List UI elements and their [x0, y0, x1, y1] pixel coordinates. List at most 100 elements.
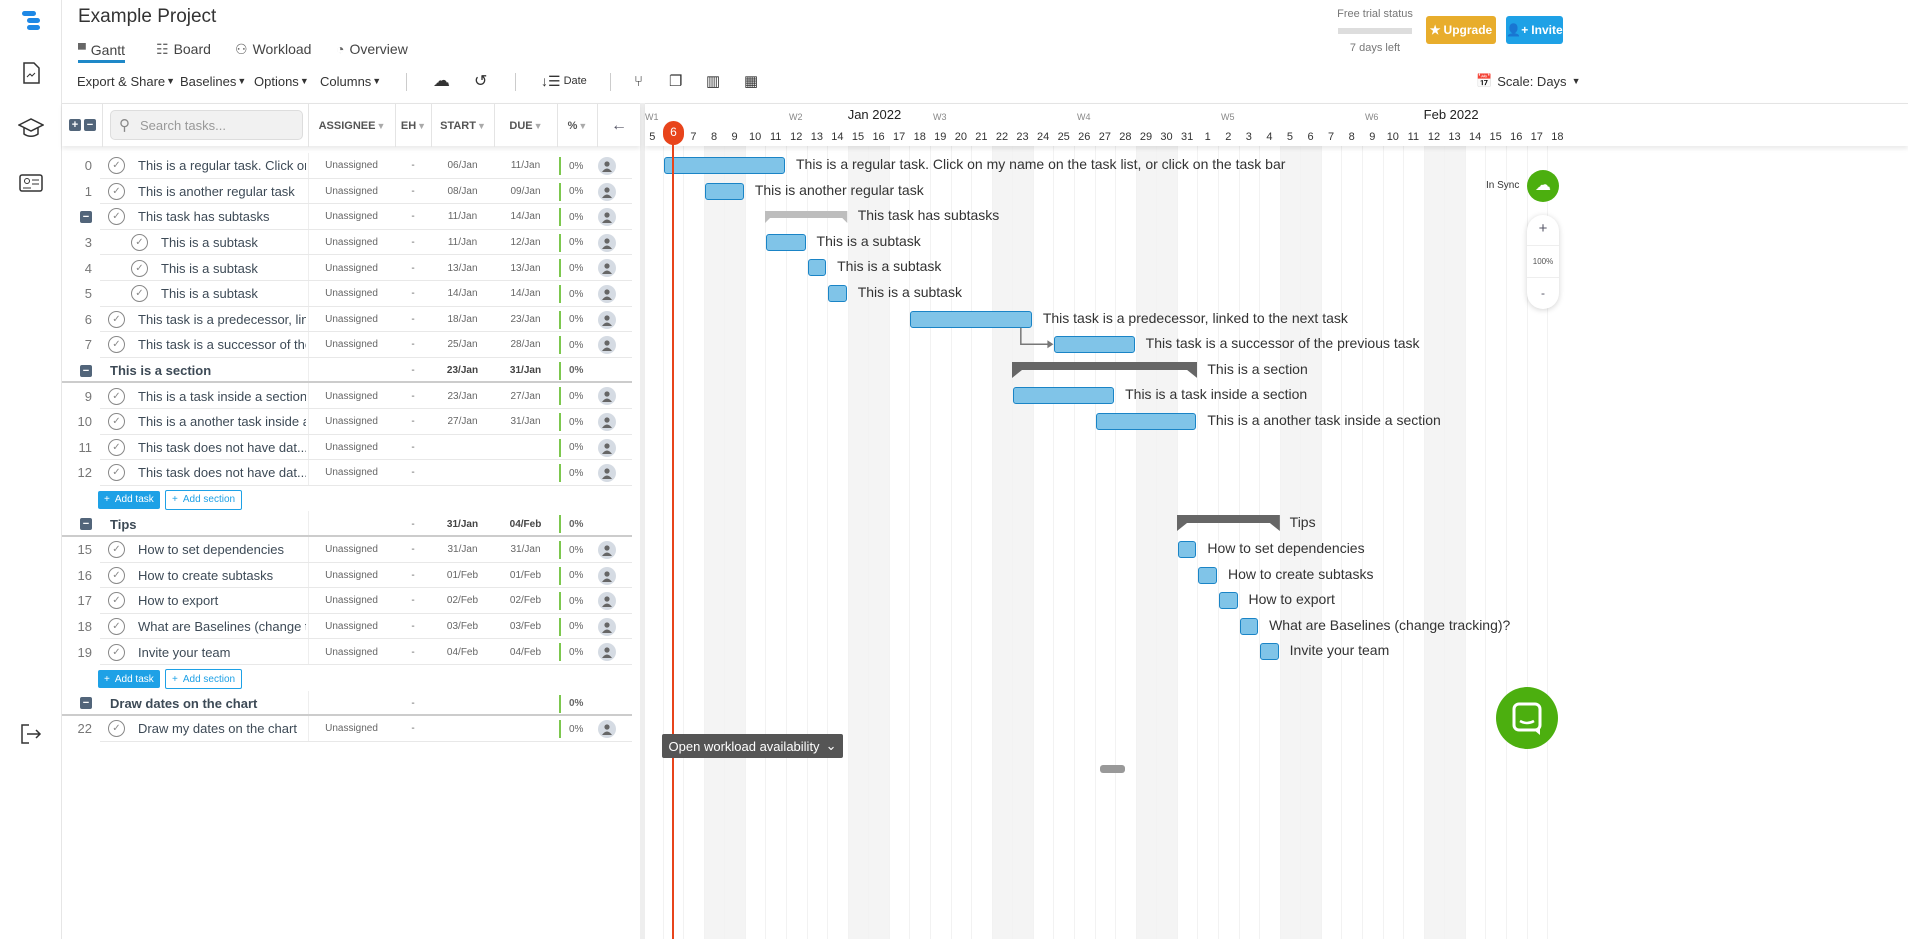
- task-bar-label[interactable]: What are Baselines (change tracking)?: [1269, 617, 1510, 633]
- due-date[interactable]: 01/Feb: [494, 563, 557, 589]
- complete-checkbox[interactable]: ✓: [108, 618, 125, 636]
- task-row[interactable]: 10 ✓ This is a another task inside a sect…: [62, 409, 632, 435]
- add-task-button[interactable]: + Add task: [98, 670, 160, 688]
- progress[interactable]: 0%: [559, 157, 595, 175]
- avatar[interactable]: [598, 336, 616, 355]
- task-bar[interactable]: [704, 182, 744, 200]
- assignee[interactable]: Unassigned: [308, 588, 395, 614]
- eh[interactable]: -: [395, 281, 431, 307]
- eh[interactable]: -: [395, 383, 431, 409]
- dependency-arrow[interactable]: [645, 146, 1054, 349]
- map-icon[interactable]: ▥: [706, 72, 720, 90]
- due-date[interactable]: 13/Jan: [494, 255, 557, 281]
- task-bar-label[interactable]: This is a task inside a section: [1125, 386, 1307, 402]
- task-name[interactable]: This task is a successor of the previous…: [138, 332, 306, 358]
- section-row[interactable]: − This is a section - 23/Jan 31/Jan 0%: [62, 357, 632, 384]
- start-date[interactable]: 11/Jan: [431, 204, 494, 230]
- task-name[interactable]: This task is a predecessor, linked to th…: [138, 307, 306, 333]
- start-date[interactable]: 06/Jan: [431, 153, 494, 179]
- task-row[interactable]: 6 ✓ This task is a predecessor, linked to…: [62, 306, 632, 333]
- assignee[interactable]: Unassigned: [308, 537, 395, 563]
- assignee[interactable]: Unassigned: [308, 204, 395, 230]
- eh[interactable]: -: [395, 563, 431, 589]
- task-bar-label[interactable]: Invite your team: [1290, 642, 1390, 658]
- start-date[interactable]: 04/Feb: [431, 639, 494, 665]
- due-date[interactable]: 11/Jan: [494, 153, 557, 179]
- assignee[interactable]: Unassigned: [308, 153, 395, 179]
- progress[interactable]: 0%: [559, 208, 595, 227]
- calculator-icon[interactable]: ▦: [744, 72, 758, 90]
- eh[interactable]: -: [395, 460, 431, 486]
- task-row[interactable]: 1 ✓ This is another regular task Unassign…: [62, 178, 632, 205]
- task-bar-label[interactable]: This is a subtask: [858, 284, 962, 300]
- assignee[interactable]: Unassigned: [308, 383, 395, 409]
- task-name[interactable]: How to create subtasks: [138, 563, 306, 589]
- task-bar-label[interactable]: This task has subtasks: [858, 207, 1000, 223]
- task-row[interactable]: 3 ✓ This is a subtask Unassigned - 11/Jan…: [62, 229, 632, 256]
- complete-checkbox[interactable]: ✓: [108, 413, 125, 431]
- task-row[interactable]: 5 ✓ This is a subtask Unassigned - 14/Jan…: [62, 281, 632, 307]
- due-date[interactable]: 28/Jan: [494, 332, 557, 358]
- due-date[interactable]: 27/Jan: [494, 383, 557, 409]
- task-bar[interactable]: [1260, 643, 1279, 661]
- export-share-menu[interactable]: Export & Share ▼: [77, 72, 175, 90]
- task-name[interactable]: Invite your team: [138, 639, 306, 665]
- avatar[interactable]: [598, 413, 616, 431]
- start-date[interactable]: 08/Jan: [431, 179, 494, 205]
- task-row[interactable]: 18 ✓ What are Baselines (change tracking)…: [62, 613, 632, 640]
- task-bar-label[interactable]: This is a subtask: [817, 233, 921, 249]
- start-date[interactable]: 31/Jan: [431, 537, 494, 563]
- avatar[interactable]: [598, 464, 616, 483]
- collapse-section-button[interactable]: −: [80, 697, 92, 710]
- add-buttons-row[interactable]: + Add task + Add section: [62, 665, 632, 691]
- sort-date-button[interactable]: ↓☰ Date: [541, 72, 587, 90]
- start-date[interactable]: [431, 460, 494, 486]
- column-due[interactable]: DUE ▼: [494, 104, 557, 147]
- start-date[interactable]: [431, 716, 494, 742]
- due-date[interactable]: 12/Jan: [494, 230, 557, 256]
- progress[interactable]: 0%: [559, 617, 595, 636]
- complete-checkbox[interactable]: ✓: [108, 438, 125, 456]
- branch-icon[interactable]: ⑂: [634, 72, 643, 90]
- task-name[interactable]: This is a subtask: [161, 230, 306, 256]
- task-row[interactable]: 17 ✓ How to export Unassigned - 02/Feb 02…: [62, 588, 632, 614]
- invite-button[interactable]: 👤+ Invite: [1506, 16, 1563, 44]
- eh[interactable]: -: [395, 332, 431, 358]
- task-bar[interactable]: [1054, 336, 1135, 354]
- section-row[interactable]: − Draw dates on the chart - 0%: [62, 690, 632, 717]
- progress[interactable]: 0%: [559, 259, 595, 278]
- search-input[interactable]: ⚲ Search tasks...: [110, 110, 303, 140]
- avatar[interactable]: [598, 566, 616, 585]
- task-name[interactable]: Draw my dates on the chart: [138, 716, 306, 742]
- due-date[interactable]: 23/Jan: [494, 307, 557, 333]
- start-date[interactable]: 23/Jan: [431, 383, 494, 409]
- complete-checkbox[interactable]: ✓: [108, 182, 125, 200]
- task-name[interactable]: This task does not have dat...: [138, 460, 306, 486]
- logout-icon[interactable]: [18, 721, 44, 747]
- complete-checkbox[interactable]: ✓: [108, 336, 125, 354]
- task-bar-label[interactable]: How to export: [1249, 591, 1335, 607]
- complete-checkbox[interactable]: ✓: [108, 387, 125, 405]
- progress[interactable]: 0%: [559, 413, 595, 431]
- horizontal-scrollbar[interactable]: [1100, 765, 1125, 773]
- section-name[interactable]: This is a section: [110, 358, 300, 384]
- add-buttons-row[interactable]: + Add task + Add section: [62, 486, 632, 512]
- upgrade-button[interactable]: ★ Upgrade: [1426, 16, 1496, 44]
- progress[interactable]: 0%: [559, 720, 595, 739]
- section-row[interactable]: − Tips - 31/Jan 04/Feb 0%: [62, 511, 632, 537]
- progress[interactable]: 0%: [559, 566, 595, 585]
- complete-checkbox[interactable]: ✓: [108, 592, 125, 610]
- task-bar[interactable]: [828, 285, 847, 302]
- task-name[interactable]: This is a task inside a section: [138, 383, 306, 409]
- complete-checkbox[interactable]: ✓: [108, 720, 125, 738]
- avatar[interactable]: [598, 720, 616, 739]
- due-date[interactable]: [494, 435, 557, 461]
- cloud-sync-button[interactable]: ☁: [1527, 170, 1559, 202]
- progress[interactable]: 0%: [559, 438, 595, 457]
- baselines-menu[interactable]: Baselines ▼: [180, 72, 246, 90]
- task-row[interactable]: 9 ✓ This is a task inside a section Unass…: [62, 383, 632, 409]
- complete-checkbox[interactable]: ✓: [108, 208, 125, 226]
- task-bar-label[interactable]: This is a regular task. Click on my name…: [796, 156, 1285, 172]
- task-row[interactable]: 15 ✓ How to set dependencies Unassigned -…: [62, 537, 632, 563]
- task-row[interactable]: 19 ✓ Invite your team Unassigned - 04/Feb…: [62, 639, 632, 665]
